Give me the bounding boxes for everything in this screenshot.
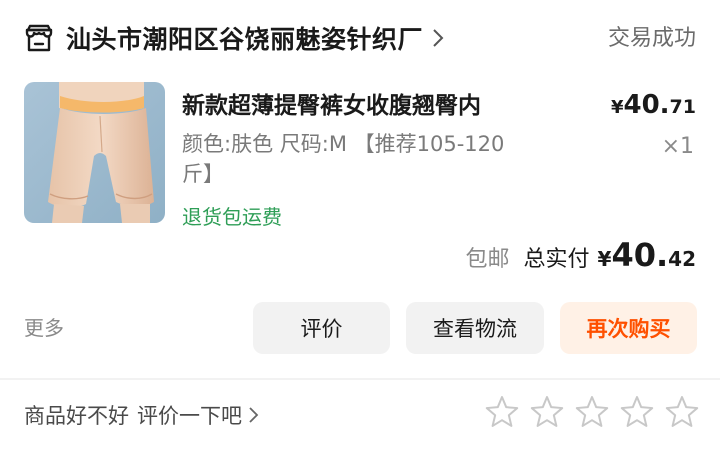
star-icon[interactable] (664, 394, 700, 430)
product-thumbnail[interactable] (24, 82, 165, 223)
return-shipping-tag: 退货包运费 (182, 205, 282, 229)
spec-line: 斤】 (182, 162, 224, 186)
shop-name[interactable]: 汕头市潮阳区谷饶丽魅姿针织厂 (66, 20, 423, 56)
unit-price: ¥40.71 (611, 90, 696, 120)
star-icon[interactable] (619, 394, 655, 430)
chevron-right-icon (433, 29, 444, 47)
view-logistics-button[interactable]: 查看物流 (406, 302, 544, 354)
more-button[interactable]: 更多 (24, 312, 64, 341)
product-spec: 颜色:肤色 尺码:M 【推荐105-120 斤】 (182, 129, 557, 189)
total-paid-label: 总实付 (523, 247, 590, 272)
chevron-right-icon (249, 407, 259, 423)
star-icon[interactable] (484, 394, 520, 430)
price-decimal: 71 (669, 96, 696, 118)
price-integer: 40. (611, 236, 669, 274)
currency-symbol: ¥ (610, 97, 624, 118)
spec-line: 颜色:肤色 尺码:M 【推荐105-120 (182, 132, 505, 156)
star-icon[interactable] (529, 394, 565, 430)
buy-again-button[interactable]: 再次购买 (560, 302, 697, 354)
price-decimal: 42 (668, 247, 696, 271)
total-price: ¥40.42 (598, 236, 696, 274)
store-icon (25, 24, 53, 52)
shop-header[interactable]: 汕头市潮阳区谷饶丽魅姿针织厂 (24, 16, 445, 60)
rating-prompt-row[interactable]: 商品好不好 评价一下吧 (0, 380, 720, 474)
star-rating[interactable] (475, 394, 700, 430)
price-integer: 40. (623, 90, 670, 120)
free-shipping-label: 包邮 (465, 247, 510, 272)
rating-prompt-cta: 评价一下吧 (137, 404, 242, 428)
order-status: 交易成功 (607, 26, 696, 51)
rating-prompt-question: 商品好不好 (24, 404, 129, 428)
total-row: 包邮 总实付 ¥40.42 (466, 236, 696, 280)
rating-prompt[interactable]: 商品好不好 评价一下吧 (24, 400, 260, 430)
product-title[interactable]: 新款超薄提臀裤女收腹翘臀内 (182, 86, 542, 120)
review-button[interactable]: 评价 (253, 302, 390, 354)
order-card: 汕头市潮阳区谷饶丽魅姿针织厂 交易成功 新款超薄提臀裤女收腹翘臀内 颜色:肤色 … (0, 0, 720, 380)
currency-symbol: ¥ (597, 247, 612, 271)
star-icon[interactable] (574, 394, 610, 430)
quantity: ×1 (661, 134, 694, 159)
